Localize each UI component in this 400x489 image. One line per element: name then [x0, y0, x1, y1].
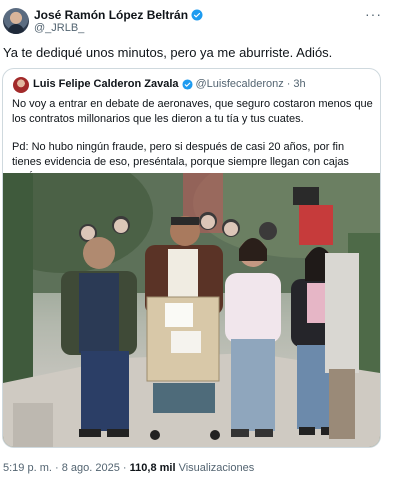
views-count: 110,8 mil — [129, 462, 176, 474]
more-options-icon[interactable]: ··· — [365, 6, 382, 22]
author-header[interactable]: José Ramón López Beltrán — [34, 8, 203, 22]
quoted-tweet-text: No voy a entrar en debate de aeronaves, … — [12, 97, 374, 184]
quoted-photo[interactable] — [3, 173, 380, 447]
dot-separator: · — [122, 462, 127, 474]
views-label: Visualizaciones — [178, 462, 255, 474]
quoted-time-ago[interactable]: 3h — [293, 78, 305, 90]
verified-badge-icon — [181, 78, 193, 90]
quoted-author-header[interactable]: Luis Felipe Calderon Zavala @Luisfecalde… — [33, 78, 306, 90]
tweet-date[interactable]: 8 ago. 2025 — [62, 462, 120, 474]
author-handle[interactable]: @_JRLB_ — [34, 22, 84, 34]
quoted-author-handle[interactable]: @Luisfecalderonz — [196, 78, 284, 90]
verified-badge-icon — [191, 9, 203, 21]
quoted-author-avatar[interactable] — [13, 77, 29, 93]
tweet-meta: 5:19 p. m. · 8 ago. 2025 · 110,8 mil Vis… — [3, 462, 254, 474]
author-avatar[interactable] — [3, 8, 29, 34]
dot-separator: · — [54, 462, 59, 474]
quoted-tweet[interactable]: Luis Felipe Calderon Zavala @Luisfecalde… — [2, 68, 381, 448]
photo-illustration — [3, 173, 380, 447]
quoted-author-name[interactable]: Luis Felipe Calderon Zavala — [33, 78, 179, 90]
dot-separator: · — [286, 78, 291, 90]
tweet-time[interactable]: 5:19 p. m. — [3, 462, 52, 474]
tweet: José Ramón López Beltrán @_JRLB_ ··· Ya … — [0, 0, 400, 489]
quoted-paragraph-1: No voy a entrar en debate de aeronaves, … — [12, 98, 373, 125]
tweet-text: Ya te dediqué unos minutos, pero ya me a… — [3, 45, 333, 60]
author-name[interactable]: José Ramón López Beltrán — [34, 8, 188, 22]
